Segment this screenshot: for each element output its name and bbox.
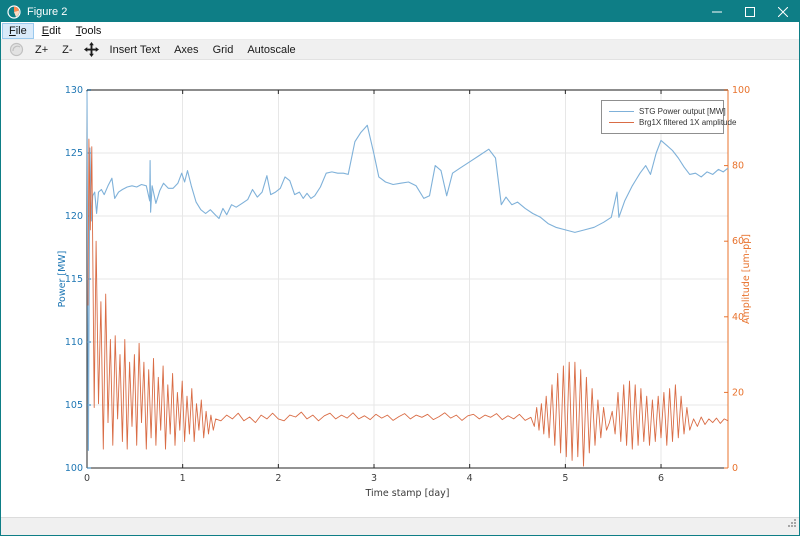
left-tick-label: 100: [65, 463, 83, 474]
right-tick-label: 20: [732, 387, 744, 398]
left-axis-label: Power [MW]: [57, 251, 68, 308]
left-tick-label: 110: [65, 337, 83, 348]
x-tick-label: 5: [562, 473, 568, 484]
series-line-1: [87, 138, 729, 467]
x-tick-label: 6: [658, 473, 664, 484]
x-tick-label: 4: [467, 473, 473, 484]
right-axis-label: Amplitude [um-pp]: [741, 234, 752, 324]
x-tick-label: 2: [275, 473, 281, 484]
autoscale-button[interactable]: Autoscale: [240, 43, 302, 57]
x-tick-label: 3: [371, 473, 377, 484]
legend-item: Brg1X filtered 1X amplitude: [609, 118, 736, 127]
pan-icon: [83, 42, 99, 57]
left-tick-label: 130: [65, 85, 83, 96]
legend-line-blue: [609, 111, 634, 112]
right-tick-label: 100: [732, 85, 750, 96]
menu-bar: File Edit Tools: [1, 22, 799, 40]
grid-button[interactable]: Grid: [206, 43, 241, 57]
right-tick-label: 80: [732, 161, 744, 172]
close-icon: [777, 6, 788, 17]
legend-item: STG Power output [MW]: [609, 107, 726, 116]
legend-line-orange: [609, 122, 634, 123]
minimize-button[interactable]: [700, 1, 733, 22]
reset-view-button[interactable]: [5, 41, 28, 58]
right-tick-label: 0: [732, 463, 738, 474]
close-button[interactable]: [766, 1, 799, 22]
axes-button[interactable]: Axes: [167, 43, 205, 57]
menu-tools[interactable]: Tools: [70, 24, 108, 38]
pan-button[interactable]: [80, 41, 103, 58]
toolbar: Z+ Z- Insert Text Axes Grid Autoscale: [1, 40, 799, 60]
left-tick-label: 105: [65, 400, 83, 411]
x-axis-label: Time stamp [day]: [365, 488, 450, 499]
status-bar: [1, 517, 799, 535]
resize-grip[interactable]: [787, 514, 796, 532]
x-tick-label: 0: [84, 473, 90, 484]
x-tick-label: 1: [180, 473, 186, 484]
minimize-icon: [711, 11, 722, 12]
figure-icon: [7, 4, 21, 19]
title-bar[interactable]: Figure 2: [1, 1, 799, 22]
legend-label: STG Power output [MW]: [639, 107, 726, 116]
left-tick-label: 125: [65, 148, 83, 159]
chart-legend: STG Power output [MW] Brg1X filtered 1X …: [601, 100, 736, 134]
reset-view-icon: [9, 42, 24, 57]
zoom-in-button[interactable]: Z+: [28, 43, 55, 57]
left-tick-label: 120: [65, 211, 83, 222]
insert-text-button[interactable]: Insert Text: [103, 43, 168, 57]
legend-label: Brg1X filtered 1X amplitude: [639, 118, 737, 127]
window-title: Figure 2: [27, 5, 68, 18]
maximize-button[interactable]: [733, 1, 766, 22]
figure-window: Figure 2 File Edit Tools Z+ Z- Insert Te…: [0, 0, 800, 536]
figure-canvas[interactable]: 0 1 2 3 4 5 6 100 105 110 115 120 125 130 0 20 40 60 80 100…: [1, 60, 799, 517]
menu-file[interactable]: File: [2, 22, 34, 39]
maximize-icon: [744, 6, 755, 17]
resize-grip-icon: [788, 519, 796, 527]
zoom-out-button[interactable]: Z-: [55, 43, 79, 57]
menu-edit[interactable]: Edit: [36, 24, 67, 38]
